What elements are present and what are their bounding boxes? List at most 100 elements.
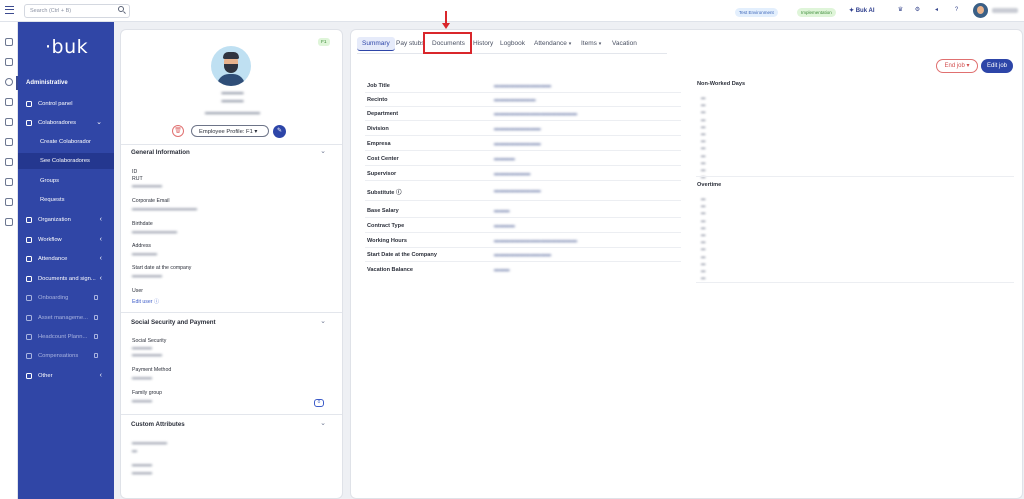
money-icon [26, 353, 32, 359]
chevron-left-icon: ‹ [99, 275, 102, 282]
calendar-icon[interactable] [5, 98, 13, 106]
sidebar-item-compensations[interactable]: Compensations [18, 348, 114, 364]
sidebar-item-groups[interactable]: Groups [18, 173, 114, 189]
social-security-title: Social Security and Payment [131, 319, 216, 326]
chevron-left-icon: ‹ [99, 216, 102, 223]
sidebar-item-colaboradores[interactable]: Colaboradores ⌄ [18, 115, 114, 131]
employee-profile-select[interactable]: Employee Profile: F1 ▾ [191, 125, 269, 137]
sidebar-item-control-panel[interactable]: Control panel [18, 96, 114, 112]
sidebar-item-workflow[interactable]: Workflow ‹ [18, 232, 114, 248]
sidebar-item-see-colaboradores[interactable]: See Colaboradores [18, 153, 114, 169]
chevron-down-icon[interactable]: ⌄ [320, 419, 326, 427]
row-label-base-salary: Base Salary [367, 208, 399, 214]
edit-icon[interactable]: ✎ [273, 125, 286, 138]
tab-attendance-label: Attendance [534, 40, 567, 47]
annotation-arrow [442, 11, 450, 29]
home-icon[interactable] [5, 38, 13, 46]
field-value-blurred: ▬▬▬▬ [132, 345, 152, 351]
caret-down-icon: ▾ [598, 41, 602, 47]
eye-icon[interactable] [5, 158, 13, 166]
sidebar-item-documents[interactable]: Documents and sign... ‹ [18, 271, 114, 287]
caret-down-icon: ▾ [568, 41, 572, 47]
chevron-down-icon[interactable]: ⌄ [320, 147, 326, 155]
sidebar-item-label: Compensations [38, 353, 79, 359]
family-group-count[interactable]: 0 [314, 399, 324, 407]
field-value-blurred: ▬▬▬▬ [132, 398, 152, 404]
delete-icon[interactable]: 🗑 [172, 125, 184, 137]
lock-icon [94, 353, 98, 358]
field-value-blurred: ▬▬▬▬▬▬▬▬▬ [132, 229, 177, 235]
menu-icon[interactable] [5, 6, 14, 14]
edit-user-label: Edit user [132, 299, 153, 305]
notifications-icon[interactable]: ◂ [933, 7, 940, 14]
row-label-substitute: Substitute ⓘ [367, 188, 402, 196]
tab-summary[interactable]: Summary [357, 37, 395, 51]
trash-icon[interactable] [5, 218, 13, 226]
sidebar-item-other[interactable]: Other ‹ [18, 368, 114, 384]
edit-job-button[interactable]: Edit job [981, 59, 1013, 73]
chevron-left-icon: ‹ [99, 255, 102, 262]
gear-icon[interactable]: ⚙ [914, 7, 921, 14]
row-value-blurred: ▬▬▬▬▬▬▬▬ [494, 97, 536, 103]
asset-icon [26, 315, 32, 321]
row-label-contract-type: Contract Type [367, 223, 405, 229]
tab-logbook[interactable]: Logbook [500, 40, 525, 47]
lock-icon [94, 315, 98, 320]
tab-vacation[interactable]: Vacation [612, 40, 637, 47]
box-icon[interactable] [5, 198, 13, 206]
sidebar-item-asset-management[interactable]: Asset manageme... [18, 310, 114, 326]
row-label-substitute-text: Substitute [367, 190, 395, 196]
sidebar-item-label: Workflow [38, 237, 62, 243]
sidebar-item-onboarding[interactable]: Onboarding [18, 290, 114, 306]
briefcase-icon[interactable] [5, 138, 13, 146]
sidebar-item-label: Asset manageme... [38, 315, 88, 321]
sidebar-item-create-colaborador[interactable]: Create Colaborador [18, 134, 114, 150]
row-value-blurred: ▬▬▬▬▬▬▬▬▬▬▬▬▬▬▬▬ [494, 238, 577, 244]
headcount-icon [26, 334, 32, 340]
user-avatar[interactable] [973, 3, 988, 18]
list-icon [26, 373, 32, 379]
field-value-blurred: ▬▬▬▬ [132, 375, 152, 381]
folder-icon[interactable] [5, 178, 13, 186]
workflow-icon [26, 237, 32, 243]
tab-pay-stubs[interactable]: Pay stubs [396, 40, 425, 47]
chevron-down-icon[interactable]: ⌄ [320, 317, 326, 325]
edit-user-link[interactable]: Edit user ⓘ [132, 298, 159, 305]
field-label-rut: RUT [132, 176, 143, 182]
field-value-blurred: ▬▬▬▬ [132, 462, 152, 468]
row-label-department: Department [367, 111, 399, 117]
top-bar: Search (Ctrl + B) Test Environment Imple… [0, 0, 1024, 22]
field-value-blurred: ▬ [132, 448, 137, 454]
employee-role-blurred: ▬▬▬▬▬▬▬▬▬▬ [205, 110, 260, 116]
field-value-blurred: ▬▬▬▬▬▬ [132, 352, 162, 358]
buk-ai-label: Buk AI [855, 8, 875, 14]
employee-name-blurred: ▬▬▬▬ [221, 90, 244, 96]
search-input[interactable]: Search (Ctrl + B) [24, 4, 130, 18]
clock-icon [26, 256, 32, 262]
row-value-blurred: ▬▬▬▬ [494, 156, 515, 162]
tab-history[interactable]: History [473, 40, 493, 47]
sidebar-item-organization[interactable]: Organization ‹ [18, 212, 114, 228]
buk-ai-button[interactable]: ✦ Buk AI [849, 7, 874, 14]
buk-logo[interactable]: ·buk [45, 36, 88, 58]
user-name[interactable] [992, 8, 1018, 13]
end-job-button[interactable]: End job ▾ [936, 59, 978, 73]
tab-attendance[interactable]: Attendance ▾ [534, 40, 571, 47]
sidebar-item-headcount-planning[interactable]: Headcount Plann... [18, 329, 114, 345]
overtime-title: Overtime [697, 182, 722, 188]
help-icon[interactable]: ? [953, 7, 960, 14]
tab-items[interactable]: Items ▾ [581, 40, 601, 47]
row-value-blurred: ▬▬▬▬▬▬▬▬▬ [494, 126, 541, 132]
search-icon[interactable] [118, 6, 124, 12]
people-icon[interactable] [5, 58, 13, 66]
sidebar-item-label: Groups [40, 178, 60, 184]
sidebar-item-requests[interactable]: Requests [18, 192, 114, 208]
chevron-down-icon: ⌄ [96, 119, 102, 126]
field-label-email: Corporate Email [132, 198, 170, 204]
sidebar-item-attendance[interactable]: Attendance ‹ [18, 251, 114, 267]
help-icon[interactable]: ⓘ [396, 190, 402, 196]
crown-icon[interactable]: ♛ [897, 7, 904, 14]
sidebar-item-label: Colaboradores [38, 120, 77, 126]
globe-icon[interactable] [5, 78, 13, 86]
chart-icon[interactable] [5, 118, 13, 126]
